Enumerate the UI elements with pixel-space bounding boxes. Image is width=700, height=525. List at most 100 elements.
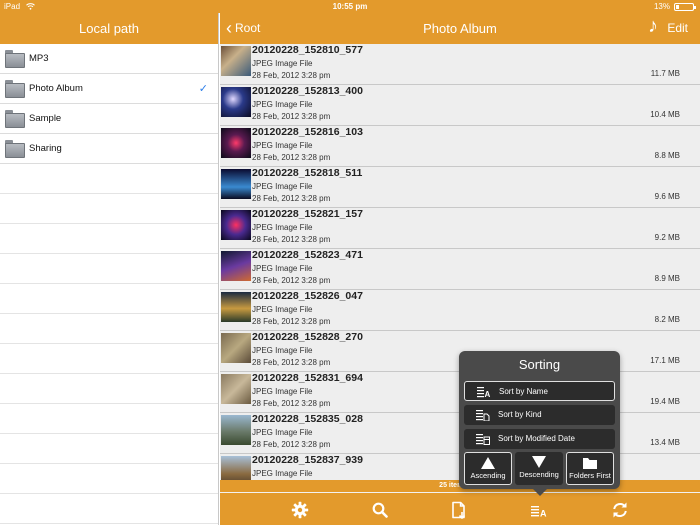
file-name: 20120228_152810_577	[252, 44, 363, 56]
folder-row[interactable]: Photo Album ✓	[0, 74, 218, 104]
file-row[interactable]: 20120228_152810_577 JPEG Image File 28 Feb…	[220, 44, 700, 85]
descending-button[interactable]: Descending	[515, 452, 563, 485]
file-name: 20120228_152828_270	[252, 331, 363, 343]
sorting-title: Sorting	[518, 357, 561, 372]
empty-row	[0, 344, 218, 374]
triangle-down-icon	[532, 456, 546, 468]
svg-text:A: A	[485, 390, 491, 398]
file-name: 20120228_152813_400	[252, 85, 363, 97]
file-kind: JPEG Image File	[252, 305, 313, 314]
descending-label: Descending	[519, 470, 559, 479]
image-thumbnail	[221, 46, 251, 76]
sort-by-date-button[interactable]: Sort by Modified Date	[464, 429, 615, 449]
file-size: 8.9 MB	[654, 274, 680, 283]
gear-icon[interactable]	[291, 501, 309, 519]
sorting-popover: Sorting A Sort by Name Sort by Kind Sort…	[459, 351, 620, 496]
image-thumbnail	[221, 415, 251, 445]
local-path-title: Local path	[0, 13, 218, 44]
file-name: 20120228_152821_157	[252, 208, 363, 220]
file-row[interactable]: 20120228_152821_157 JPEG Image File 28 Feb…	[220, 208, 700, 249]
file-row[interactable]: 20120228_152826_047 JPEG Image File 28 Feb…	[220, 290, 700, 331]
image-thumbnail	[221, 374, 251, 404]
refresh-icon[interactable]	[611, 501, 629, 519]
empty-row	[0, 254, 218, 284]
image-thumbnail	[221, 210, 251, 240]
new-file-icon[interactable]	[450, 501, 468, 519]
sort-icon[interactable]: A	[530, 501, 548, 519]
file-row[interactable]: 20120228_152813_400 JPEG Image File 28 Feb…	[220, 85, 700, 126]
battery-icon	[674, 3, 696, 11]
folder-icon	[583, 458, 597, 469]
file-date: 28 Feb, 2012 3:28 pm	[252, 194, 331, 203]
folder-row[interactable]: MP3	[0, 44, 218, 74]
file-size: 11.7 MB	[650, 69, 680, 78]
local-path-panel: Local path MP3 Photo Album ✓ Sample Sharing	[0, 13, 219, 525]
empty-row	[0, 374, 218, 404]
edit-button[interactable]: Edit	[667, 13, 688, 44]
folders-first-button[interactable]: Folders First	[566, 452, 614, 485]
music-note-icon[interactable]: ♪	[648, 15, 658, 38]
file-kind: JPEG Image File	[252, 264, 313, 273]
image-thumbnail	[221, 87, 251, 117]
sort-by-name-button[interactable]: A Sort by Name	[464, 381, 615, 401]
file-size: 17.1 MB	[650, 356, 680, 365]
empty-row	[0, 434, 218, 464]
folder-row[interactable]: Sample	[0, 104, 218, 134]
folder-list-empty	[0, 164, 218, 524]
folder-name: Photo Album	[29, 83, 83, 94]
file-size: 9.2 MB	[654, 233, 680, 242]
file-date: 28 Feb, 2012 3:28 pm	[252, 440, 331, 449]
file-name: 20120228_152818_511	[252, 167, 363, 179]
ascending-label: Ascending	[470, 471, 506, 480]
empty-row	[0, 314, 218, 344]
file-date: 28 Feb, 2012 3:28 pm	[252, 399, 331, 408]
file-date: 28 Feb, 2012 3:28 pm	[252, 317, 331, 326]
folder-icon	[5, 109, 25, 128]
folder-row[interactable]: Sharing	[0, 134, 218, 164]
file-row[interactable]: 20120228_152818_511 JPEG Image File 28 Feb…	[220, 167, 700, 208]
folder-icon	[5, 49, 25, 68]
page-title: Photo Album	[423, 21, 497, 36]
file-size: 9.6 MB	[654, 192, 680, 201]
file-name: 20120228_152835_028	[252, 413, 363, 425]
sort-by-kind-button[interactable]: Sort by Kind	[464, 405, 615, 425]
file-date: 28 Feb, 2012 3:28 pm	[252, 235, 331, 244]
folders-first-label: Folders First	[569, 471, 611, 480]
folder-icon	[5, 139, 25, 158]
file-name: 20120228_152837_939	[252, 454, 363, 466]
sort-by-kind-label: Sort by Kind	[498, 410, 542, 419]
empty-row	[0, 464, 218, 494]
image-thumbnail	[221, 128, 251, 158]
empty-row	[0, 404, 218, 434]
file-kind: JPEG Image File	[252, 428, 313, 437]
file-row[interactable]: 20120228_152823_471 JPEG Image File 28 Feb…	[220, 249, 700, 290]
battery-percent: 13%	[653, 2, 670, 11]
file-name: 20120228_152816_103	[252, 126, 363, 138]
file-kind: JPEG Image File	[252, 100, 313, 109]
folder-name: MP3	[29, 53, 49, 64]
file-date: 28 Feb, 2012 3:28 pm	[252, 153, 331, 162]
navigation-bar: ‹ Root Photo Album ♪ Edit	[220, 13, 700, 44]
popover-arrow	[533, 489, 547, 496]
sort-by-date-label: Sort by Modified Date	[498, 434, 575, 443]
file-kind: JPEG Image File	[252, 59, 313, 68]
search-icon[interactable]	[371, 501, 389, 519]
file-date: 28 Feb, 2012 3:28 pm	[252, 276, 331, 285]
folder-icon	[5, 79, 25, 98]
empty-row	[0, 494, 218, 524]
sort-kind-icon	[476, 410, 490, 421]
file-kind: JPEG Image File	[252, 182, 313, 191]
file-size: 19.4 MB	[650, 397, 680, 406]
image-thumbnail	[221, 169, 251, 199]
file-row[interactable]: 20120228_152816_103 JPEG Image File 28 Feb…	[220, 126, 700, 167]
file-name: 20120228_152831_694	[252, 372, 363, 384]
image-thumbnail	[221, 251, 251, 281]
triangle-up-icon	[481, 457, 495, 469]
sort-name-icon: A	[477, 387, 491, 398]
file-size: 10.4 MB	[650, 110, 680, 119]
folder-list: MP3 Photo Album ✓ Sample Sharing	[0, 44, 218, 164]
sort-date-icon	[476, 434, 490, 445]
file-kind: JPEG Image File	[252, 346, 313, 355]
ascending-button[interactable]: Ascending	[464, 452, 512, 485]
file-size: 8.8 MB	[654, 151, 680, 160]
